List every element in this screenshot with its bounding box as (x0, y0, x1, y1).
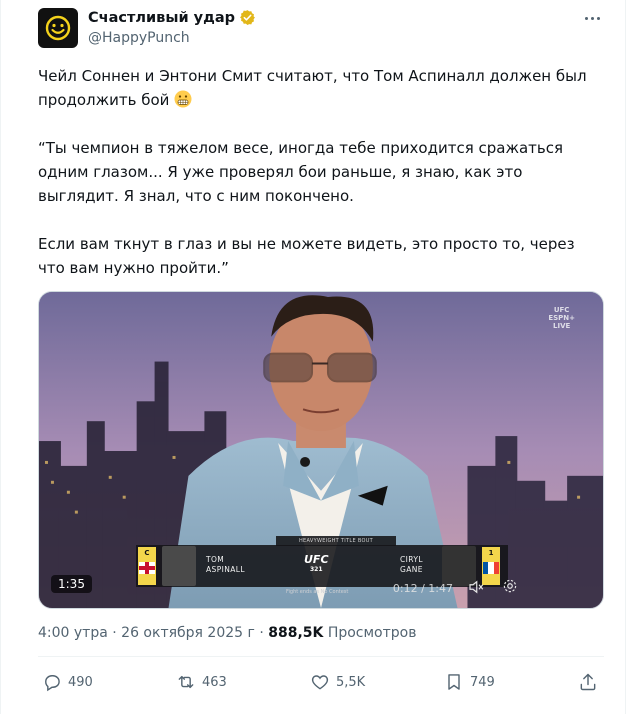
repost-button[interactable]: 463 (176, 672, 227, 692)
france-flag-icon (483, 562, 499, 574)
bookmark-button[interactable]: 749 (444, 672, 495, 692)
fighter-left-name: TOM ASPINALL (206, 555, 245, 574)
bookmark-icon (448, 674, 460, 690)
author-handle[interactable]: @HappyPunch (88, 30, 190, 46)
share-button[interactable] (578, 672, 598, 692)
author-name-row[interactable]: Счастливый удар (88, 9, 256, 26)
england-flag-icon (139, 562, 155, 574)
view-count: 888,5K (268, 625, 324, 641)
divider (38, 656, 604, 657)
bookmark-count: 749 (470, 674, 495, 690)
view-count-label: Просмотров (327, 625, 417, 641)
mute-icon[interactable] (467, 578, 485, 596)
broadcaster-badge: UFC ESPN+ LIVE (548, 306, 575, 330)
tweet-line-1: Чейл Соннен и Энтони Смит считают, что Т… (38, 67, 587, 109)
video-duration-badge: 1:35 (51, 575, 92, 593)
fighter-right-name: CIRYL GANE (400, 555, 423, 574)
heart-icon (311, 675, 329, 690)
tweet-quote-2: Если вам ткнут в глаз и вы не можете вид… (38, 235, 575, 277)
tweet-quote-1: “Ты чемпион в тяжелом весе, иногда тебе … (38, 139, 563, 205)
video-player[interactable]: UFC ESPN+ LIVE HEAVYWEIGHT TITLE BOUT C … (38, 291, 604, 609)
smiley-face-icon (45, 15, 71, 41)
settings-gear-icon[interactable] (501, 577, 519, 595)
tweet-card: Счастливый удар @HappyPunch Чейл Соннен … (0, 0, 626, 714)
share-icon (580, 673, 596, 691)
badge-ufc-text: UFC (553, 306, 570, 314)
fighter-left-photo (162, 546, 196, 586)
author-display-name[interactable]: Счастливый удар (88, 10, 235, 26)
badge-live-text: LIVE (553, 322, 571, 330)
avatar[interactable] (38, 8, 78, 48)
like-button[interactable]: 5,5K (310, 672, 365, 692)
fight-result-text: Fight ends as No Contest (286, 589, 349, 595)
badge-espn-text: ESPN+ (548, 314, 575, 322)
repost-icon (178, 675, 194, 689)
more-options-icon[interactable] (581, 9, 603, 27)
grimacing-face-emoji (174, 90, 192, 108)
video-progress-time: 0:12 / 1:47 (392, 582, 453, 595)
tweet-time[interactable]: 4:00 утра (38, 625, 108, 641)
fight-lower-third: HEAVYWEIGHT TITLE BOUT C TOM ASPINALL UF… (136, 536, 508, 595)
reply-icon (45, 675, 60, 692)
tweet-text: Чейл Соннен и Энтони Смит считают, что Т… (38, 64, 598, 280)
reply-button[interactable]: 490 (42, 672, 93, 692)
verified-badge-icon (240, 10, 255, 25)
tweet-date[interactable]: 26 октября 2025 г (121, 625, 255, 641)
repost-count: 463 (202, 674, 227, 690)
like-count: 5,5K (336, 674, 366, 690)
tweet-meta: 4:00 утра · 26 октября 2025 г · 888,5K П… (38, 625, 417, 641)
reply-count: 490 (68, 674, 93, 690)
tweet-actions: 490 463 5,5K 749 (38, 672, 604, 700)
event-logo: UFC 321 (304, 553, 329, 573)
